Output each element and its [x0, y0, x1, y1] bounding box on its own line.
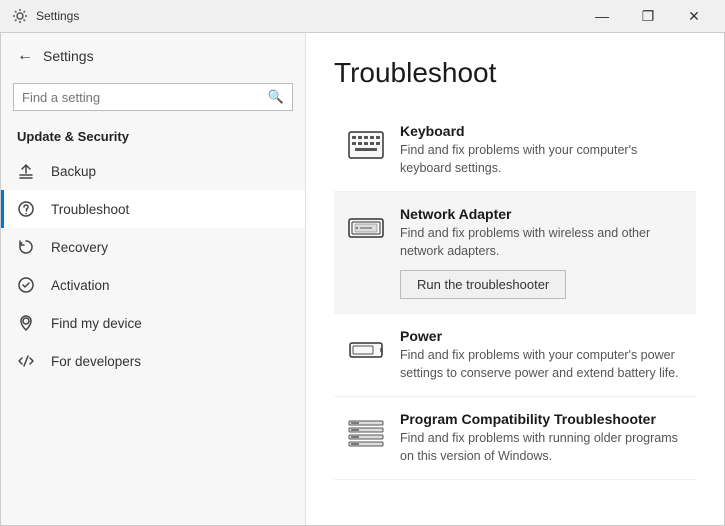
sidebar-item-for-developers[interactable]: For developers: [1, 342, 305, 380]
program-compat-item-desc: Find and fix problems with running older…: [400, 430, 684, 465]
power-item-desc: Find and fix problems with your computer…: [400, 347, 684, 382]
search-box[interactable]: 🔍: [13, 83, 293, 111]
sidebar-item-for-developers-label: For developers: [51, 354, 141, 369]
network-adapter-item-text: Network Adapter Find and fix problems wi…: [400, 206, 684, 299]
sidebar-item-find-my-device[interactable]: Find my device: [1, 304, 305, 342]
main-container: ← Settings 🔍 Update & Security Backup: [0, 32, 725, 526]
keyboard-item-title: Keyboard: [400, 123, 684, 139]
power-item-title: Power: [400, 328, 684, 344]
search-icon: 🔍: [268, 89, 284, 105]
close-button[interactable]: ✕: [671, 0, 717, 32]
sidebar-item-find-my-device-label: Find my device: [51, 316, 142, 331]
sidebar-item-backup[interactable]: Backup: [1, 152, 305, 190]
sidebar: ← Settings 🔍 Update & Security Backup: [1, 33, 306, 525]
keyboard-icon: [346, 125, 386, 165]
sidebar-section-label: Update & Security: [1, 123, 305, 152]
sidebar-item-recovery[interactable]: Recovery: [1, 228, 305, 266]
minimize-button[interactable]: —: [579, 0, 625, 32]
troubleshoot-item-power: Power Find and fix problems with your co…: [334, 314, 696, 397]
sidebar-item-recovery-label: Recovery: [51, 240, 108, 255]
window-controls: — ❐ ✕: [579, 0, 717, 32]
sidebar-item-troubleshoot[interactable]: Troubleshoot: [1, 190, 305, 228]
sidebar-item-troubleshoot-label: Troubleshoot: [51, 202, 129, 217]
sidebar-item-activation-label: Activation: [51, 278, 110, 293]
settings-app-icon: [12, 8, 28, 24]
network-adapter-item-title: Network Adapter: [400, 206, 684, 222]
find-device-icon: [17, 314, 37, 332]
backup-icon: [17, 162, 37, 180]
program-compat-item-title: Program Compatibility Troubleshooter: [400, 411, 684, 427]
title-bar: Settings — ❐ ✕: [0, 0, 725, 32]
recovery-icon: [17, 238, 37, 256]
power-item-text: Power Find and fix problems with your co…: [400, 328, 684, 382]
developers-icon: [17, 352, 37, 370]
program-compat-item-text: Program Compatibility Troubleshooter Fin…: [400, 411, 684, 465]
title-bar-text: Settings: [36, 9, 79, 23]
program-compat-icon: [346, 413, 386, 453]
sidebar-item-activation[interactable]: Activation: [1, 266, 305, 304]
troubleshoot-item-program-compat: Program Compatibility Troubleshooter Fin…: [334, 397, 696, 480]
sidebar-back-button[interactable]: ← Settings: [1, 33, 305, 79]
page-title: Troubleshoot: [334, 57, 696, 89]
search-input[interactable]: [22, 90, 262, 105]
troubleshoot-item-keyboard: Keyboard Find and fix problems with your…: [334, 109, 696, 192]
activation-icon: [17, 276, 37, 294]
keyboard-item-desc: Find and fix problems with your computer…: [400, 142, 684, 177]
sidebar-back-title: Settings: [43, 48, 94, 64]
network-adapter-item-desc: Find and fix problems with wireless and …: [400, 225, 684, 260]
maximize-button[interactable]: ❐: [625, 0, 671, 32]
keyboard-item-text: Keyboard Find and fix problems with your…: [400, 123, 684, 177]
content-panel: Troubleshoot: [306, 33, 724, 525]
troubleshoot-item-network-adapter: Network Adapter Find and fix problems wi…: [334, 192, 696, 314]
back-arrow-icon: ←: [17, 47, 33, 65]
run-troubleshooter-button[interactable]: Run the troubleshooter: [400, 270, 566, 299]
power-icon: [346, 330, 386, 370]
sidebar-item-backup-label: Backup: [51, 164, 96, 179]
network-adapter-icon: [346, 208, 386, 248]
troubleshoot-icon: [17, 200, 37, 218]
